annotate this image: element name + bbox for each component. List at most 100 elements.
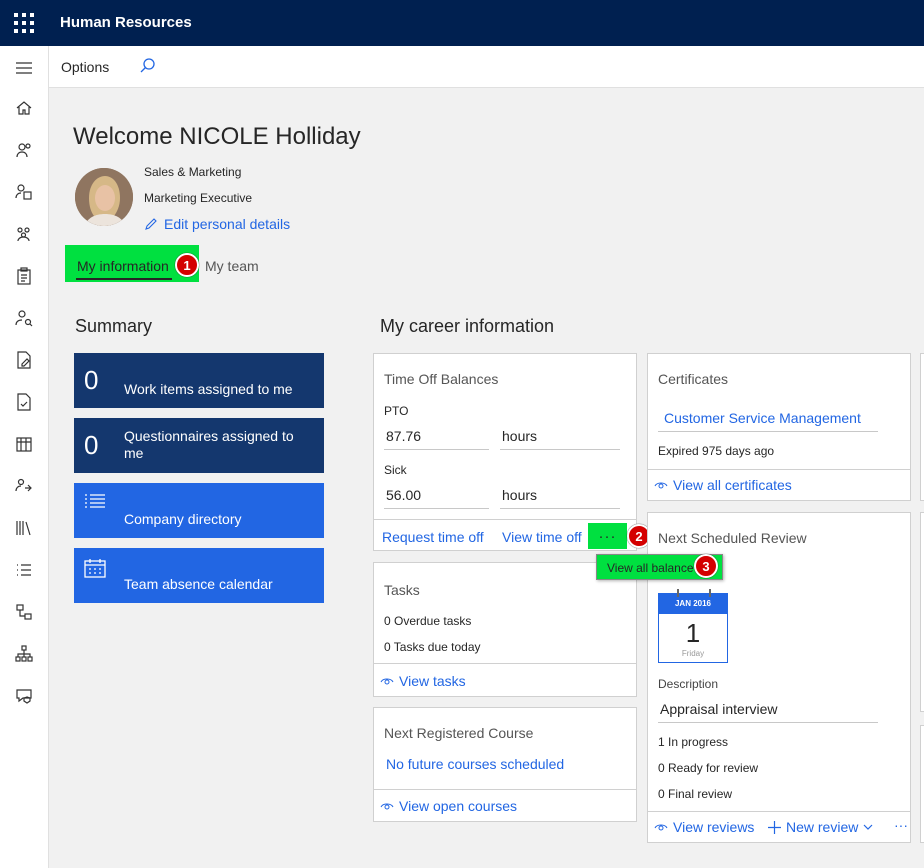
callout-badge-1: 1 xyxy=(175,253,199,277)
summary-title: Summary xyxy=(75,316,153,336)
pencil-icon xyxy=(145,218,157,230)
action-bar: Options xyxy=(49,46,924,88)
view-open-courses-link[interactable]: View open courses xyxy=(380,798,517,814)
top-bar: Human Resources xyxy=(0,0,924,46)
active-tab-underline xyxy=(76,278,172,280)
work-items-label: Work items assigned to me xyxy=(124,381,293,397)
overdue-tasks: 0 Overdue tasks xyxy=(384,614,472,628)
questionnaires-tile[interactable]: 0 Questionnaires assigned to me xyxy=(74,418,324,473)
view-reviews-label: View reviews xyxy=(673,819,755,835)
offscreen-card xyxy=(920,512,924,712)
hamburger-icon[interactable] xyxy=(14,58,34,78)
course-title: Next Registered Course xyxy=(384,725,534,741)
view-all-certificates-label: View all certificates xyxy=(673,477,792,493)
time-off-card: Time Off Balances PTO 87.76 hours Sick 5… xyxy=(373,353,637,551)
divider xyxy=(648,811,910,812)
options-menu[interactable]: Options xyxy=(61,59,109,75)
new-review-label: New review xyxy=(786,819,859,835)
team-icon[interactable] xyxy=(14,224,34,244)
job-title-label: Marketing Executive xyxy=(144,191,253,205)
person-document-icon[interactable] xyxy=(14,182,34,202)
review-date-calendar: JAN 2016 1 Friday xyxy=(658,589,728,663)
underline xyxy=(658,431,878,432)
reviews-final: 0 Final review xyxy=(658,787,733,801)
sick-value: 56.00 xyxy=(384,483,489,509)
search-icon[interactable] xyxy=(139,57,157,75)
certificates-title: Certificates xyxy=(658,371,729,387)
library-icon[interactable] xyxy=(14,518,34,538)
clipboard-icon[interactable] xyxy=(14,266,34,286)
divider xyxy=(374,663,636,664)
tasks-card: Tasks 0 Overdue tasks 0 Tasks due today … xyxy=(373,562,637,697)
calendar-pin xyxy=(709,589,711,597)
pto-value: 87.76 xyxy=(384,424,489,450)
work-items-count: 0 xyxy=(84,365,99,395)
person-search-icon[interactable] xyxy=(14,308,34,328)
org-flow-icon[interactable] xyxy=(14,602,34,622)
org-chart-icon[interactable] xyxy=(14,644,34,664)
view-open-courses-label: View open courses xyxy=(399,798,518,814)
people-icon[interactable] xyxy=(14,140,34,160)
app-launcher-icon[interactable] xyxy=(14,13,34,33)
view-tasks-link[interactable]: View tasks xyxy=(380,673,466,689)
chevron-down-icon xyxy=(863,824,873,830)
no-courses-link[interactable]: No future courses scheduled xyxy=(386,756,564,772)
document-edit-icon[interactable] xyxy=(14,350,34,370)
team-absence-label: Team absence calendar xyxy=(124,576,273,592)
home-icon[interactable] xyxy=(14,98,34,118)
callout-badge-3: 3 xyxy=(694,554,718,578)
pto-label: PTO xyxy=(384,404,409,418)
divider xyxy=(648,469,910,470)
tasks-due-today: 0 Tasks due today xyxy=(384,640,481,654)
calendar-month: JAN 2016 xyxy=(659,594,727,614)
description-value: Appraisal interview xyxy=(658,697,878,723)
calendar-grid-icon[interactable] xyxy=(14,434,34,454)
view-tasks-label: View tasks xyxy=(399,673,466,689)
tab-my-team[interactable]: My team xyxy=(205,258,259,274)
view-all-certificates-link[interactable]: View all certificates xyxy=(654,477,792,493)
questionnaires-label: Questionnaires assigned to me xyxy=(124,428,294,461)
view-time-off-link[interactable]: View time off xyxy=(502,529,582,545)
review-title: Next Scheduled Review xyxy=(658,530,807,546)
calendar-weekday: Friday xyxy=(681,649,705,658)
calendar-pin xyxy=(677,589,679,597)
questionnaires-count: 0 xyxy=(84,430,99,460)
more-options-button[interactable]: ··· xyxy=(588,523,627,549)
description-label: Description xyxy=(658,677,719,691)
document-check-icon[interactable] xyxy=(14,392,34,412)
tab-my-information-label: My information xyxy=(77,258,169,274)
chat-shield-icon[interactable] xyxy=(14,686,34,706)
left-nav xyxy=(0,46,49,868)
certificate-item-link[interactable]: Customer Service Management xyxy=(664,410,861,426)
certificate-expired: Expired 975 days ago xyxy=(658,444,775,458)
checklist-icon[interactable] xyxy=(14,560,34,580)
course-card: Next Registered Course No future courses… xyxy=(373,707,637,822)
sick-unit: hours xyxy=(500,483,620,509)
view-all-balance-item[interactable]: View all balance xyxy=(607,561,694,575)
edit-personal-details-link[interactable]: Edit personal details xyxy=(144,216,290,232)
offscreen-card xyxy=(920,725,924,843)
reviews-in-progress: 1 In progress xyxy=(658,735,729,749)
request-time-off-link[interactable]: Request time off xyxy=(382,529,484,545)
people-switch-icon[interactable] xyxy=(14,476,34,496)
work-items-tile[interactable]: 0 Work items assigned to me xyxy=(74,353,324,408)
time-off-title: Time Off Balances xyxy=(384,371,499,387)
new-review-button[interactable]: New review xyxy=(768,819,873,835)
edit-personal-details-label: Edit personal details xyxy=(164,216,291,232)
sick-label: Sick xyxy=(384,463,407,477)
company-directory-tile[interactable]: Company directory xyxy=(74,483,324,538)
offscreen-card xyxy=(920,353,924,501)
pto-unit: hours xyxy=(500,424,620,450)
department-label: Sales & Marketing xyxy=(144,165,242,179)
eye-icon xyxy=(654,824,668,831)
reviews-ready: 0 Ready for review xyxy=(658,761,759,775)
list-icon xyxy=(85,494,105,508)
view-reviews-link[interactable]: View reviews xyxy=(654,819,754,835)
eye-icon xyxy=(654,482,668,489)
divider xyxy=(374,789,636,790)
career-title: My career information xyxy=(380,316,555,336)
team-absence-tile[interactable]: Team absence calendar xyxy=(74,548,324,603)
review-more-button[interactable]: ··· xyxy=(894,817,908,833)
app-title[interactable]: Human Resources xyxy=(60,14,192,31)
eye-icon xyxy=(380,803,394,810)
